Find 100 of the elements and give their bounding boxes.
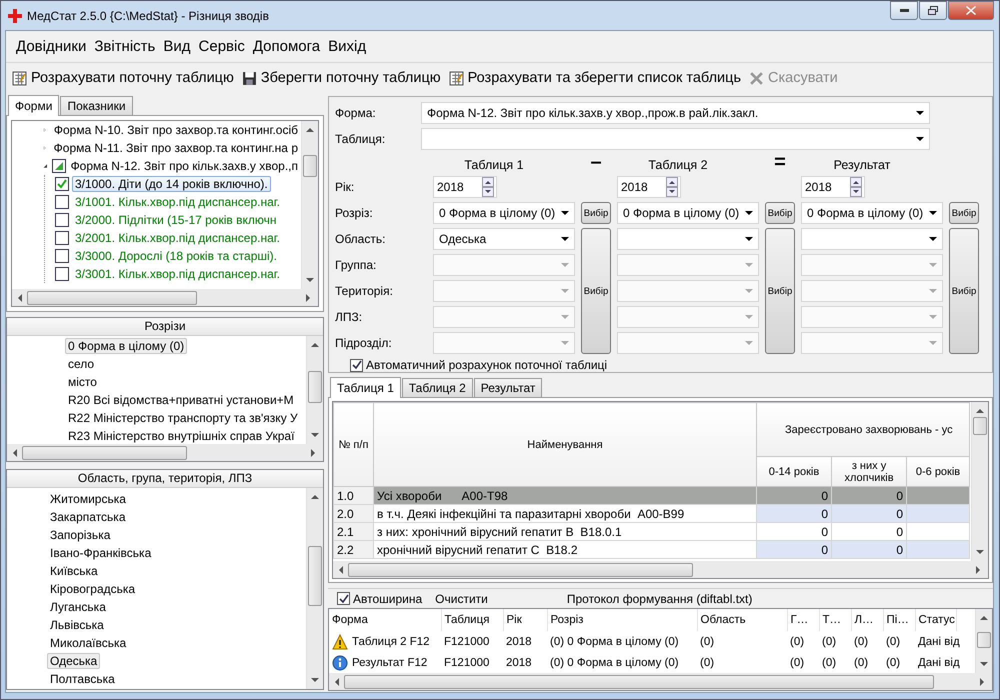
toolbar-button[interactable]: Розрахувати та зберегти список таблиць	[446, 68, 744, 88]
checkbox[interactable]	[55, 249, 69, 263]
list-item[interactable]: Закарпатська	[47, 509, 128, 525]
list-item[interactable]: R22 Міністерство транспорту та зв'язку У	[65, 410, 301, 426]
caret-icon	[561, 211, 569, 215]
menu-item[interactable]: Вид	[159, 38, 195, 55]
minimize-button[interactable]	[890, 1, 918, 20]
tab[interactable]: Показники	[60, 96, 133, 115]
scrollbar[interactable]	[301, 121, 318, 289]
scrollbar[interactable]	[975, 609, 992, 673]
tree-item[interactable]: 3/3000. Дорослі (18 років та старші).	[72, 248, 280, 264]
year-field[interactable]: 2018	[801, 176, 865, 198]
list-item[interactable]: Полтавська	[47, 671, 118, 687]
scrollbar[interactable]	[306, 336, 323, 444]
list-item[interactable]: Івано-Франківська	[47, 545, 154, 561]
field-label: Форма:	[335, 106, 377, 120]
table-cell-text: F121000	[443, 656, 490, 670]
select-button[interactable]: Вибір	[581, 228, 611, 354]
select-button[interactable]: Вибір	[581, 202, 611, 224]
dropdown[interactable]: 0 Форма в цілому (0)	[801, 202, 943, 224]
spin-button[interactable]	[482, 177, 494, 197]
tree-item[interactable]: Форма N-10. Звіт про захвор.та континг.осіб	[50, 122, 301, 138]
tab[interactable]: Форми	[8, 95, 60, 116]
tree-item[interactable]: 3/1000. Діти (до 14 років включно).	[72, 176, 271, 192]
checkbox[interactable]	[337, 592, 350, 605]
tree-item[interactable]: 3/3001. Кільк.хвор.під диспансер.наг.	[72, 266, 284, 282]
year-field[interactable]: 2018	[617, 176, 681, 198]
spin-button[interactable]	[666, 177, 678, 197]
list-item[interactable]: 0 Форма в цілому (0)	[65, 338, 188, 354]
list-item[interactable]: Львівська	[47, 617, 107, 633]
expander-icon[interactable]	[43, 162, 48, 170]
checkbox[interactable]	[350, 358, 363, 372]
column-header[interactable]: Пі…	[883, 609, 915, 631]
table-cell-text: 2018	[505, 656, 533, 670]
menu-item[interactable]: Допомога	[248, 38, 324, 55]
list-item[interactable]: Кіровоградська	[47, 581, 138, 597]
column-header[interactable]: Г…	[787, 609, 819, 631]
scrollbar[interactable]	[12, 289, 318, 306]
scrollbar[interactable]	[329, 673, 992, 690]
column-header[interactable]: Т…	[819, 609, 851, 631]
column-header[interactable]: Розріз	[547, 609, 697, 631]
column-header[interactable]: Форма	[329, 609, 441, 631]
column-header[interactable]: Область	[697, 609, 787, 631]
list-item[interactable]: Житомирська	[47, 491, 129, 507]
dropdown[interactable]	[801, 228, 943, 250]
clear-button[interactable]: Очистити	[429, 592, 494, 606]
list-item[interactable]: Одеська	[47, 653, 100, 669]
column-header[interactable]: Статус	[915, 609, 956, 631]
checkbox[interactable]	[55, 267, 69, 281]
tab[interactable]: Таблиця 2	[402, 378, 473, 397]
tab[interactable]: Таблиця 1	[330, 377, 401, 398]
maximize-button[interactable]	[919, 1, 947, 20]
select-button[interactable]: Вибір	[765, 228, 795, 354]
tree-item[interactable]: 3/2001. Кільк.хвор.під диспансер.наг.	[72, 230, 284, 246]
list-item[interactable]: Луганська	[47, 599, 109, 615]
checkbox[interactable]	[55, 195, 69, 209]
dropdown[interactable]	[421, 128, 930, 150]
select-button[interactable]: Вибір	[949, 228, 979, 354]
dropdown[interactable]	[617, 228, 759, 250]
menu-item[interactable]: Довідники	[12, 38, 90, 55]
scrollbar[interactable]	[306, 488, 323, 689]
scrollbar[interactable]	[971, 402, 988, 561]
checkbox[interactable]	[55, 231, 69, 245]
list-item[interactable]: місто	[65, 374, 100, 390]
select-button[interactable]: Вибір	[949, 202, 979, 224]
column-header[interactable]: Рік	[503, 609, 547, 631]
tree-item[interactable]: Форма N-11. Звіт про захвор.та континг.на р	[50, 140, 301, 156]
list-item[interactable]: R23 Міністерство внутрішніх справ Украї	[65, 428, 298, 444]
close-button[interactable]	[948, 1, 994, 20]
tree-item[interactable]: 3/2000. Підлітки (15-17 років включн	[72, 212, 280, 228]
dropdown[interactable]: Форма N-12. Звіт про кільк.захв.у хвор.,прож.в рай.лік.закл.	[421, 102, 930, 124]
menu-item[interactable]: Сервіс	[194, 38, 249, 55]
checkbox[interactable]	[52, 159, 66, 173]
checkbox[interactable]	[55, 213, 69, 227]
tab[interactable]: Результат	[474, 378, 542, 397]
list-item[interactable]: Київська	[47, 563, 101, 579]
table-cell: (0)	[851, 631, 883, 652]
dropdown[interactable]: Одеська	[433, 228, 575, 250]
select-button[interactable]: Вибір	[765, 202, 795, 224]
menu-item[interactable]: Звітність	[90, 38, 160, 55]
dropdown[interactable]: 0 Форма в цілому (0)	[617, 202, 759, 224]
column-header[interactable]: Таблиця	[441, 609, 503, 631]
caret-icon	[561, 341, 569, 345]
list-item[interactable]: село	[65, 356, 98, 372]
list-item[interactable]: R20 Всі відомства+приватні установи+М	[65, 392, 297, 408]
menu-item[interactable]: Вихід	[324, 38, 370, 55]
tree-item[interactable]: Форма N-12. Звіт про кільк.захв.у хвор.,п	[68, 158, 301, 174]
scrollbar[interactable]	[333, 561, 988, 578]
list-item[interactable]: Запорізька	[47, 527, 114, 543]
spin-button[interactable]	[850, 177, 862, 197]
column-header[interactable]: Л…	[851, 609, 883, 631]
checkbox[interactable]	[55, 177, 69, 191]
tree-item[interactable]: 3/1001. Кільк.хвор.під диспансер.наг.	[72, 194, 284, 210]
toolbar-button[interactable]: Зберегти поточну таблицю	[240, 68, 443, 88]
scrollbar[interactable]	[7, 444, 323, 461]
restore-icon	[928, 6, 938, 15]
dropdown[interactable]: 0 Форма в цілому (0)	[433, 202, 575, 224]
toolbar-button[interactable]: Розрахувати поточну таблицю	[10, 68, 236, 88]
year-field[interactable]: 2018	[433, 176, 497, 198]
list-item[interactable]: Миколаївська	[47, 635, 130, 651]
